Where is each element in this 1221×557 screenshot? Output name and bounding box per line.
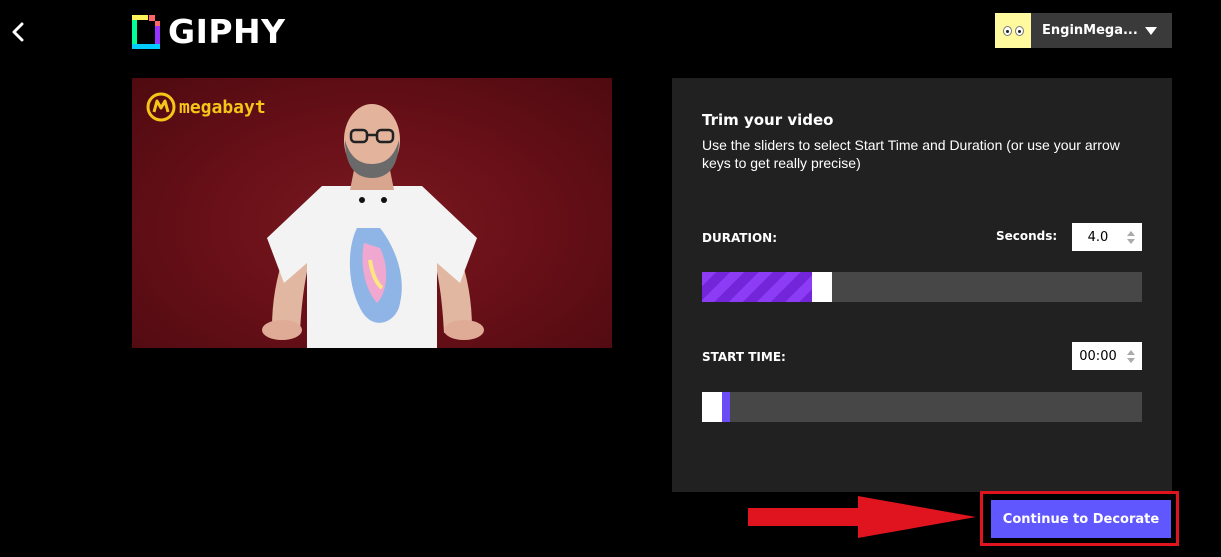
username: EnginMega... [1042,23,1138,38]
user-menu[interactable]: EnginMega... [995,13,1172,48]
duration-seconds-input[interactable]: 4.0 [1072,223,1142,251]
giphy-logo-icon [132,15,160,49]
start-time-spinner[interactable] [1124,349,1138,363]
start-time-slider-handle[interactable] [702,392,722,422]
start-time-slider-fill [722,392,730,422]
trim-title: Trim your video [702,111,834,129]
duration-slider-fill [702,272,812,302]
duration-slider[interactable] [702,272,1142,302]
seconds-label: Seconds: [996,229,1058,243]
trim-description: Use the sliders to select Start Time and… [702,137,1120,171]
back-button[interactable] [6,20,30,44]
trim-panel: Trim your video Use the sliders to selec… [672,78,1172,492]
logo-text: GIPHY [168,12,286,51]
avatar [995,13,1031,48]
avatar-eye [1002,25,1012,36]
start-time-input[interactable]: 00:00 [1072,342,1142,370]
presenter-figure [262,104,484,348]
giphy-logo[interactable]: GIPHY [132,14,286,50]
duration-slider-handle[interactable] [812,272,832,302]
video-preview: megabayt [132,78,612,348]
decrement-icon[interactable] [1127,238,1135,244]
red-arrow-annotation [748,496,976,538]
start-time-label: START TIME: [702,350,786,364]
duration-spinner[interactable] [1124,230,1138,244]
start-time-value: 00:00 [1079,348,1117,364]
start-time-slider[interactable] [702,392,1142,422]
continue-to-decorate-button[interactable]: Continue to Decorate [991,500,1171,538]
avatar-eye [1014,25,1024,36]
chevron-left-icon [12,22,24,42]
caret-down-icon [1145,26,1157,35]
increment-icon[interactable] [1127,230,1135,236]
increment-icon[interactable] [1127,349,1135,355]
duration-value: 4.0 [1087,229,1109,245]
decrement-icon[interactable] [1127,357,1135,363]
duration-label: DURATION: [702,231,777,245]
